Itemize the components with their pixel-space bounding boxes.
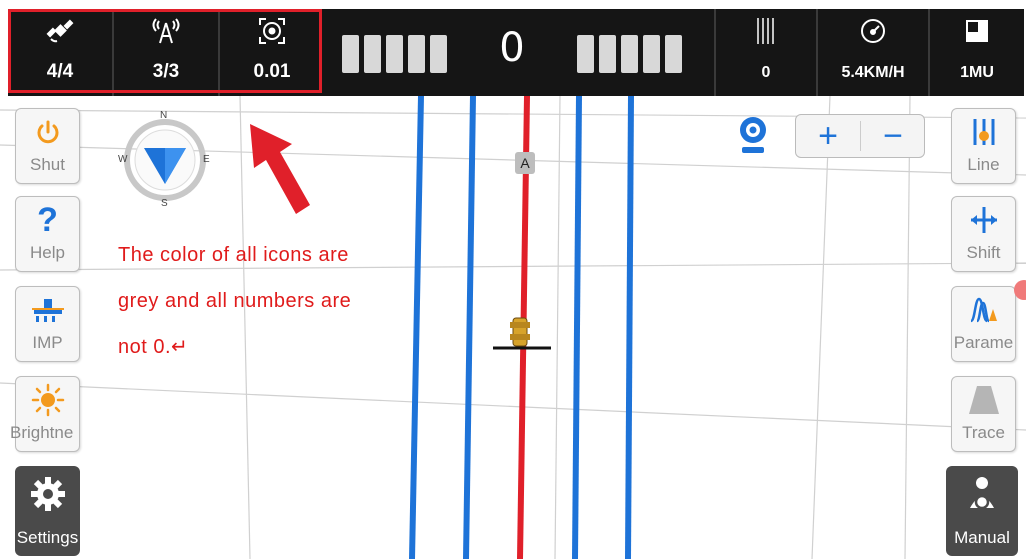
shut-label: Shut bbox=[30, 155, 65, 174]
question-icon: ? bbox=[37, 200, 58, 239]
annotation-line-1: The color of all icons are bbox=[118, 244, 349, 266]
implement-icon bbox=[966, 20, 988, 42]
annotation-arrow bbox=[250, 124, 310, 214]
driver-icon bbox=[970, 477, 994, 510]
parameter-button[interactable]: Parame bbox=[951, 286, 1016, 362]
shift-label: Shift bbox=[966, 243, 1001, 262]
implement-status[interactable]: 1MU bbox=[930, 9, 1024, 96]
trace-button[interactable]: Trace bbox=[951, 376, 1016, 452]
annotation-text: The color of all icons are grey and all … bbox=[118, 232, 408, 370]
zoom-control: + − bbox=[795, 114, 925, 158]
status-bar: 4/4 3/3 0.01 0 0 5.4KM/H 1MU bbox=[8, 9, 1024, 96]
locate-button[interactable] bbox=[736, 114, 770, 158]
help-button[interactable]: ? Help bbox=[15, 196, 80, 272]
imp-button[interactable]: IMP bbox=[15, 286, 80, 362]
speed-status[interactable]: 5.4KM/H bbox=[818, 9, 928, 96]
imp-icon bbox=[31, 299, 64, 322]
line-button[interactable]: Line bbox=[951, 108, 1016, 184]
gear-icon bbox=[30, 477, 65, 511]
parameter-label: Parame bbox=[953, 333, 1014, 352]
webcam-locate-icon bbox=[740, 117, 766, 153]
compass-s: S bbox=[161, 198, 168, 209]
speedometer-icon bbox=[861, 19, 885, 43]
manual-button[interactable]: Manual bbox=[946, 466, 1018, 556]
trace-label: Trace bbox=[962, 423, 1005, 442]
rows-icon bbox=[757, 18, 774, 44]
shut-button[interactable]: Shut bbox=[15, 108, 80, 184]
compass-n: N bbox=[160, 110, 168, 121]
line-icon bbox=[973, 119, 994, 145]
sun-icon bbox=[31, 383, 64, 417]
settings-label: Settings bbox=[16, 528, 79, 547]
speed-value: 5.4KM/H bbox=[841, 64, 905, 81]
shift-button[interactable]: Shift bbox=[951, 196, 1016, 272]
shift-icon bbox=[970, 207, 997, 233]
line-label: Line bbox=[967, 155, 1000, 174]
compass: N S E W bbox=[110, 110, 220, 210]
settings-button[interactable]: Settings bbox=[15, 466, 80, 556]
brightness-button[interactable]: Brightne bbox=[10, 376, 80, 452]
imp-label: IMP bbox=[32, 333, 63, 352]
brightness-label: Brightne bbox=[10, 423, 74, 442]
trace-icon bbox=[968, 386, 999, 414]
help-label: Help bbox=[30, 243, 65, 262]
rows-status[interactable]: 0 bbox=[716, 9, 816, 96]
compass-e: E bbox=[203, 154, 210, 165]
param-icon bbox=[969, 297, 997, 323]
annotation-line-2: grey and all numbers are bbox=[118, 290, 352, 312]
tractor-marker bbox=[493, 317, 551, 350]
zoom-out-button[interactable]: − bbox=[861, 115, 925, 157]
power-icon bbox=[37, 120, 58, 144]
annotation-line-3: not 0.↵ bbox=[118, 336, 189, 358]
rows-value: 0 bbox=[761, 64, 771, 81]
compass-w: W bbox=[118, 154, 128, 165]
manual-label: Manual bbox=[954, 528, 1010, 547]
zoom-in-button[interactable]: + bbox=[796, 115, 860, 157]
implement-value: 1MU bbox=[960, 64, 994, 81]
line-a-label: A bbox=[515, 152, 535, 174]
